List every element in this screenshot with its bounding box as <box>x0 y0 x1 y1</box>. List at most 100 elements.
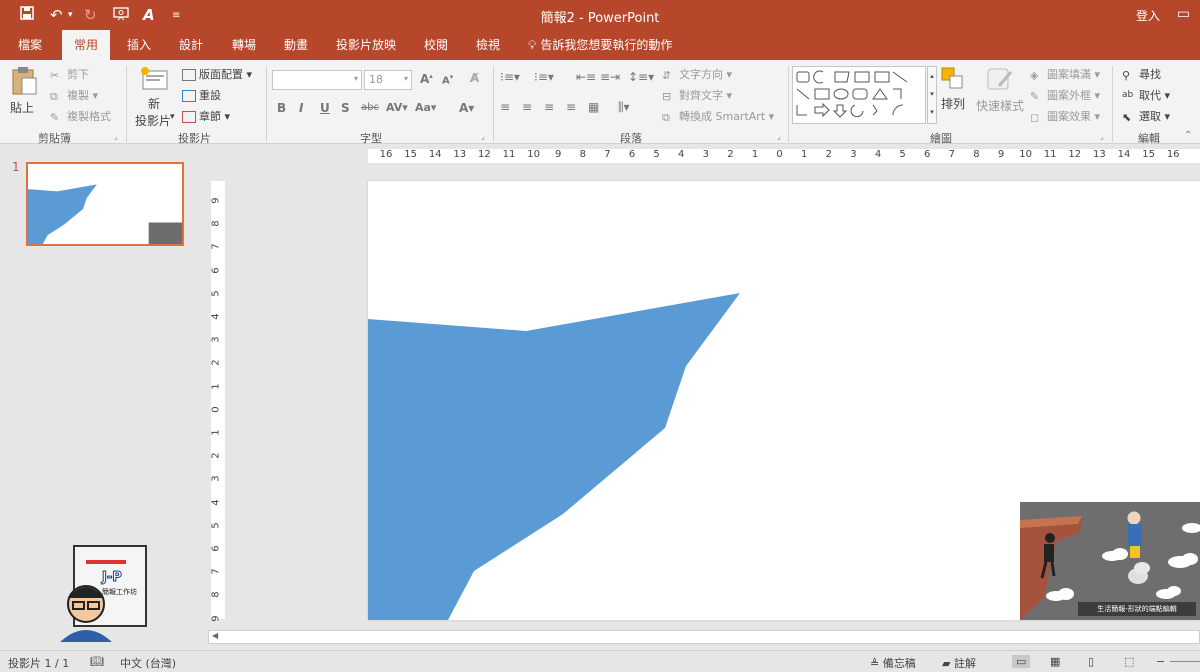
collapse-ribbon-icon[interactable]: ⌃ <box>1184 130 1192 141</box>
ruler-tick-label: 8 <box>210 591 222 599</box>
underline-icon[interactable]: U <box>320 101 330 115</box>
shape-outline-button[interactable]: ✎ 圖案外框 ▾ <box>1030 87 1100 103</box>
ruler-tick-label: 16 <box>1166 149 1180 160</box>
ribbon-display-options-icon[interactable]: ▭ <box>1177 6 1190 22</box>
distributed-icon[interactable]: ▦ <box>588 100 599 114</box>
new-slide-button[interactable]: 新 投影片 <box>134 66 174 129</box>
cut-button[interactable]: ✂ 剪下 <box>50 66 89 82</box>
slides-group-label: 投影片 <box>178 132 211 145</box>
font-name-combo[interactable]: ▾ <box>272 70 362 90</box>
tab-home[interactable]: 常用 <box>62 30 111 62</box>
clear-formatting-icon[interactable]: A̸ <box>470 71 479 85</box>
columns-icon[interactable]: ⫼▾ <box>618 100 630 115</box>
slide-canvas[interactable]: 生活簡報-形狀的端點編輯 <box>368 181 1200 620</box>
font-group-label: 字型 <box>360 132 382 145</box>
horizontal-scrollbar[interactable]: ◀ <box>208 630 1200 644</box>
comments-button[interactable]: ▰ 註解 <box>942 655 976 671</box>
section-button[interactable]: 章節 ▾ <box>182 108 230 124</box>
reading-view-icon[interactable]: ▯ <box>1088 655 1094 668</box>
tab-review[interactable]: 校閱 <box>412 30 460 60</box>
ruler-tick-label: 7 <box>604 149 611 160</box>
replace-button[interactable]: ab 取代 ▾ <box>1122 87 1170 103</box>
character-spacing-icon[interactable]: AV▾ <box>386 101 408 114</box>
change-case-icon[interactable]: Aa▾ <box>415 101 436 114</box>
tab-transitions[interactable]: 轉場 <box>220 30 268 60</box>
convert-smartart-button[interactable]: ⧉ 轉換成 SmartArt ▾ <box>662 108 774 124</box>
ribbon-tab-bar: 檔案 常用 插入 設計 轉場 動畫 投影片放映 校閱 檢視 💡︎ 告訴我您想要執行… <box>0 30 1200 62</box>
ruler-tick-label: 14 <box>1117 149 1131 160</box>
italic-icon[interactable]: I <box>299 101 303 115</box>
shape-effects-button[interactable]: ◻ 圖案效果 ▾ <box>1030 108 1100 124</box>
find-button[interactable]: ⚲ 尋找 <box>1122 66 1161 82</box>
layout-button[interactable]: 版面配置 ▾ <box>182 66 252 82</box>
align-text-button[interactable]: ⊟ 對齊文字 ▾ <box>662 87 732 103</box>
font-size-combo[interactable]: 18 ▾ <box>364 70 412 90</box>
copy-button[interactable]: ⧉ 複製 ▾ <box>50 87 98 103</box>
increase-indent-icon[interactable]: ≡⇥ <box>600 70 620 84</box>
cartoon-image[interactable]: 生活簡報-形狀的端點編輯 <box>1020 502 1200 620</box>
clipboard-dialog-launcher-icon[interactable]: ⌟ <box>114 132 118 141</box>
new-slide-dropdown-icon[interactable]: ▾ <box>170 112 175 122</box>
numbering-icon[interactable]: ⁝≡▾ <box>534 70 554 84</box>
ruler-tick-label: 13 <box>453 149 467 160</box>
notes-button[interactable]: ≜ 備忘稿 <box>870 655 916 671</box>
freeform-shape[interactable] <box>368 293 740 620</box>
paste-button[interactable]: 貼上 <box>10 66 44 124</box>
scroll-left-icon[interactable]: ◀ <box>212 631 218 640</box>
align-right-icon[interactable]: ≡ <box>544 100 554 114</box>
font-color-icon[interactable]: A▾ <box>459 101 474 115</box>
arrange-label: 排列 <box>940 97 965 111</box>
tell-me-box[interactable]: 💡︎ 告訴我您想要執行的動作 <box>528 30 672 60</box>
zoom-slider[interactable] <box>1170 661 1200 662</box>
scissors-icon: ✂ <box>50 69 60 82</box>
format-painter-button[interactable]: ✎ 複製格式 <box>50 108 111 124</box>
slide-thumbnail-panel: 1 J-P 簡報工作坊 <box>0 145 205 650</box>
spell-check-icon[interactable]: 📖︎ <box>90 655 104 668</box>
language-indicator[interactable]: 中文 (台灣) <box>120 655 176 671</box>
tab-animations[interactable]: 動畫 <box>272 30 320 60</box>
decrease-font-size-icon[interactable]: A▾ <box>442 73 453 86</box>
bold-icon[interactable]: B <box>277 101 286 115</box>
slide-sorter-icon[interactable]: ▦ <box>1050 655 1060 668</box>
tab-design[interactable]: 設計 <box>167 30 215 60</box>
text-direction-button[interactable]: ⇵ 文字方向 ▾ <box>662 66 732 82</box>
tab-slideshow[interactable]: 投影片放映 <box>324 30 408 60</box>
align-text-icon: ⊟ <box>662 90 672 103</box>
align-left-icon[interactable]: ≡ <box>500 100 510 114</box>
ribbon-separator <box>493 66 494 142</box>
shapes-scroll[interactable]: ▴ ▾ ▾ <box>927 66 937 124</box>
font-dialog-launcher-icon[interactable]: ⌟ <box>481 132 485 141</box>
paste-label: 貼上 <box>10 101 35 115</box>
slideshow-view-icon[interactable]: ⬚ <box>1124 655 1134 668</box>
justify-icon[interactable]: ≡ <box>566 100 576 114</box>
drawing-dialog-launcher-icon[interactable]: ⌟ <box>1100 132 1104 141</box>
align-center-icon[interactable]: ≡ <box>522 100 532 114</box>
logo-text: J-P <box>102 570 123 586</box>
shape-fill-button[interactable]: ◈ 圖案填滿 ▾ <box>1030 66 1100 82</box>
quick-styles-button[interactable]: 快速樣式 <box>972 66 1028 114</box>
tab-file[interactable]: 檔案 <box>6 30 54 60</box>
select-button[interactable]: ⬉ 選取 ▾ <box>1122 108 1170 124</box>
paragraph-dialog-launcher-icon[interactable]: ⌟ <box>777 132 781 141</box>
ruler-tick-label: 0 <box>776 149 783 160</box>
reset-button[interactable]: 重設 <box>182 87 221 103</box>
paragraph-group-label: 段落 <box>620 132 642 145</box>
line-spacing-icon[interactable]: ↕≡▾ <box>628 70 654 84</box>
tab-insert[interactable]: 插入 <box>115 30 163 60</box>
zoom-out-icon[interactable]: − <box>1156 655 1165 668</box>
sign-in-link[interactable]: 登入 <box>1136 7 1160 24</box>
tab-view[interactable]: 檢視 <box>464 30 512 60</box>
ruler-tick-label: 10 <box>1019 149 1032 160</box>
bullets-icon[interactable]: ⁝≡▾ <box>500 70 520 84</box>
increase-font-size-icon[interactable]: A▴ <box>420 72 433 86</box>
slide-thumbnail[interactable] <box>26 162 184 246</box>
format-painter-label: 複製格式 <box>67 110 111 123</box>
text-shadow-icon[interactable]: S <box>341 101 350 115</box>
arrange-button[interactable]: 排列 <box>938 66 968 112</box>
normal-view-icon[interactable]: ▭ <box>1012 655 1031 668</box>
strikethrough-icon[interactable]: abc <box>361 102 379 113</box>
shapes-gallery[interactable] <box>792 66 926 124</box>
convert-smartart-label: 轉換成 SmartArt <box>679 110 766 123</box>
decrease-indent-icon[interactable]: ⇤≡ <box>576 70 596 84</box>
ribbon-separator <box>1112 66 1113 142</box>
